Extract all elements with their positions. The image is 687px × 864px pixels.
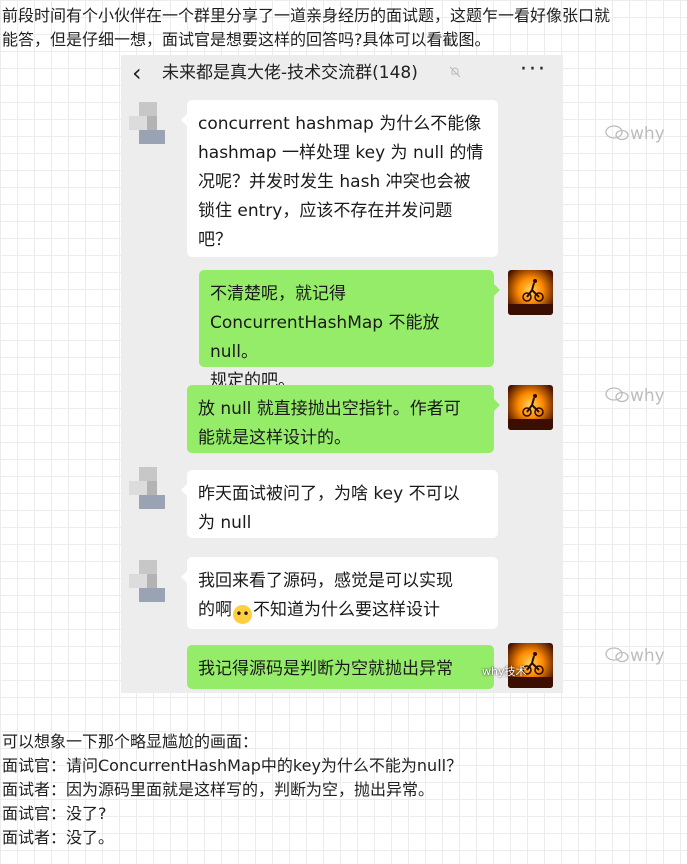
message-line: 吧？ <box>198 230 232 250</box>
chat-title: 未来都是真大佬-技术交流群(148) <box>162 63 418 83</box>
cyclist-sunset-icon <box>508 385 553 430</box>
wechat-icon <box>605 125 629 141</box>
intro-paragraph: 前段时间有个小伙伴在一个群里分享了一道亲身经历的面试题，这题乍一看好像张口就 能… <box>2 4 685 52</box>
image-watermark: why技术 <box>482 665 527 678</box>
watermark-text: why <box>630 386 665 406</box>
watermark: why <box>604 386 665 406</box>
message-line: hashmap 一样处理 key 为 null 的情 <box>198 143 484 163</box>
watermark-text: why <box>630 646 665 666</box>
message-line: concurrent hashmap 为什么不能像 <box>198 114 482 134</box>
message-text: 不知道为什么要这样设计 <box>253 600 440 620</box>
message-line: 的啊 •• 不知道为什么要这样设计 <box>198 596 487 625</box>
outro-line: 可以想象一下那个略显尴尬的画面： <box>2 732 259 751</box>
message-bubble: 我记得源码是判断为空就抛出异常 <box>187 645 494 689</box>
message-line: ConcurrentHashMap 不能放 null。 <box>210 313 440 362</box>
watermark: why <box>604 646 665 666</box>
outro-paragraph: 可以想象一下那个略显尴尬的画面： 面试官：请问ConcurrentHashMap… <box>2 730 462 850</box>
message-line: 我记得源码是判断为空就抛出异常 <box>198 659 453 679</box>
message-line: 不清楚呢，就记得 <box>210 284 346 304</box>
message-line: 锁住 entry，应该不存在并发问题 <box>198 201 453 221</box>
watermark-text: why <box>630 124 665 144</box>
more-dots-icon[interactable]: ··· <box>520 57 547 83</box>
watermark: why <box>604 124 665 144</box>
message-line: 昨天面试被问了，为啥 key 不可以 <box>198 484 460 504</box>
message-line: 能就是这样设计的。 <box>198 428 351 448</box>
message-bubble: 昨天面试被问了，为啥 key 不可以 为 null <box>181 470 498 538</box>
intro-line: 能答，但是仔细一想，面试官是想要这样的回答吗?具体可以看截图。 <box>2 30 491 49</box>
back-arrow-icon[interactable]: ‹ <box>132 59 142 87</box>
message-line: 放 null 就直接抛出空指针。作者可 <box>198 399 461 419</box>
message-bubble: 不清楚呢，就记得 ConcurrentHashMap 不能放 null。 规定的… <box>199 270 500 391</box>
outro-line: 面试官：请问ConcurrentHashMap中的key为什么不能为null？ <box>2 756 463 775</box>
chat-screenshot: ‹ 未来都是真大佬-技术交流群(148) ··· concurrent hash… <box>121 55 563 693</box>
bell-muted-icon <box>449 66 461 78</box>
outro-line: 面试官：没了? <box>2 804 107 823</box>
chat-titlebar: ‹ 未来都是真大佬-技术交流群(148) ··· <box>121 55 563 91</box>
avatar <box>508 270 553 315</box>
message-line: 况呢？并发时发生 hash 冲突也会被 <box>198 172 471 192</box>
cyclist-sunset-icon <box>508 270 553 315</box>
message-bubble: 我回来看了源码，感觉是可以实现 的啊 •• 不知道为什么要这样设计 <box>181 557 498 629</box>
wechat-icon <box>605 387 629 403</box>
avatar <box>129 560 175 610</box>
message-line: 我回来看了源码，感觉是可以实现 <box>198 571 453 591</box>
message-bubble: concurrent hashmap 为什么不能像 hashmap 一样处理 k… <box>181 100 498 257</box>
message-line: 为 null <box>198 513 252 533</box>
avatar <box>129 102 175 152</box>
wechat-icon <box>605 647 629 663</box>
message-bubble: 放 null 就直接抛出空指针。作者可 能就是这样设计的。 <box>187 385 500 453</box>
crying-face-icon: •• <box>233 605 252 624</box>
outro-line: 面试者：没了。 <box>2 828 115 847</box>
outro-line: 面试者：因为源码里面就是这样写的，判断为空，抛出异常。 <box>2 780 435 799</box>
avatar <box>129 467 175 517</box>
message-text: 的啊 <box>198 600 232 620</box>
intro-line: 前段时间有个小伙伴在一个群里分享了一道亲身经历的面试题，这题乍一看好像张口就 <box>2 6 611 25</box>
avatar <box>508 385 553 430</box>
